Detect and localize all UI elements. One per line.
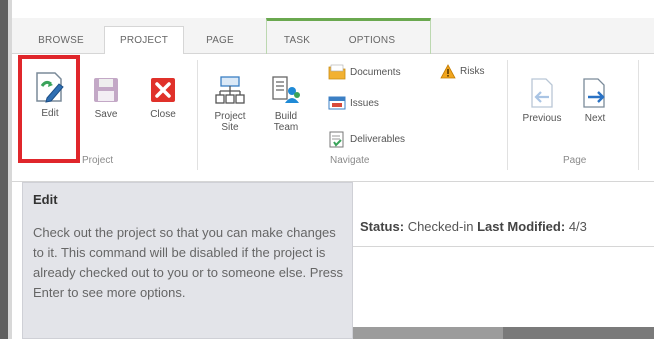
last-modified-label: Last Modified: <box>477 219 566 234</box>
status-value: Checked-in <box>407 219 474 234</box>
risks-button[interactable]: Risks <box>440 64 484 79</box>
issues-icon <box>328 96 346 110</box>
tab-options[interactable]: OPTIONS <box>332 26 412 54</box>
status-label: Status: <box>360 219 405 234</box>
previous-label: Previous <box>522 113 562 124</box>
build-team-button[interactable]: Build Team <box>268 75 304 133</box>
sharepoint-project-page: BROWSE PROJECT PAGE TASK OPTIONS Edit Sa… <box>0 0 654 339</box>
save-label: Save <box>94 109 118 120</box>
close-icon <box>151 78 175 102</box>
warning-icon <box>440 64 456 79</box>
documents-label: Documents <box>350 66 401 78</box>
next-label: Next <box>584 113 606 124</box>
project-site-button[interactable]: Project Site <box>210 75 250 133</box>
issues-button[interactable]: Issues <box>328 95 379 111</box>
last-modified-value: 4/3 <box>568 219 587 234</box>
project-site-label: Project Site <box>214 111 246 133</box>
page-group-label: Page <box>563 155 587 166</box>
left-edge <box>0 0 8 339</box>
separator <box>507 60 508 170</box>
deliverables-icon <box>329 131 344 148</box>
bottom-bar-segment <box>353 327 503 339</box>
navigate-group-label: Navigate <box>330 155 370 166</box>
project-group-label: Project <box>82 155 114 166</box>
previous-button[interactable]: Previous <box>520 77 564 124</box>
next-page-icon <box>583 78 605 108</box>
tab-browse[interactable]: BROWSE <box>26 26 96 54</box>
tooltip-title: Edit <box>33 192 58 207</box>
edit-tooltip: Edit Check out the project so that you c… <box>22 182 353 339</box>
next-button[interactable]: Next <box>577 77 613 124</box>
status-line: Status: Checked-in Last Modified: 4/3 <box>360 219 587 234</box>
tab-project[interactable]: PROJECT <box>104 26 184 55</box>
tab-task[interactable]: TASK <box>268 26 326 54</box>
tab-page[interactable]: PAGE <box>190 26 250 54</box>
project-site-icon <box>215 76 245 104</box>
build-team-label: Build Team <box>273 111 299 133</box>
divider <box>353 246 654 247</box>
edit-highlight-box <box>18 55 80 163</box>
previous-page-icon <box>531 78 553 108</box>
separator <box>638 60 639 170</box>
separator <box>197 60 198 170</box>
close-label: Close <box>150 109 176 120</box>
save-button[interactable]: Save <box>88 75 124 120</box>
issues-label: Issues <box>350 97 379 109</box>
deliverables-button[interactable]: Deliverables <box>328 130 405 148</box>
save-icon <box>94 78 118 102</box>
deliverables-label: Deliverables <box>350 133 406 145</box>
close-button[interactable]: Close <box>143 75 183 120</box>
tooltip-body: Check out the project so that you can ma… <box>33 225 344 300</box>
ribbon-tab-bar: BROWSE PROJECT PAGE TASK OPTIONS <box>12 18 654 55</box>
folder-icon <box>328 64 346 80</box>
documents-button[interactable]: Documents <box>328 64 401 80</box>
risks-label: Risks <box>460 66 485 77</box>
build-team-icon <box>272 76 300 103</box>
